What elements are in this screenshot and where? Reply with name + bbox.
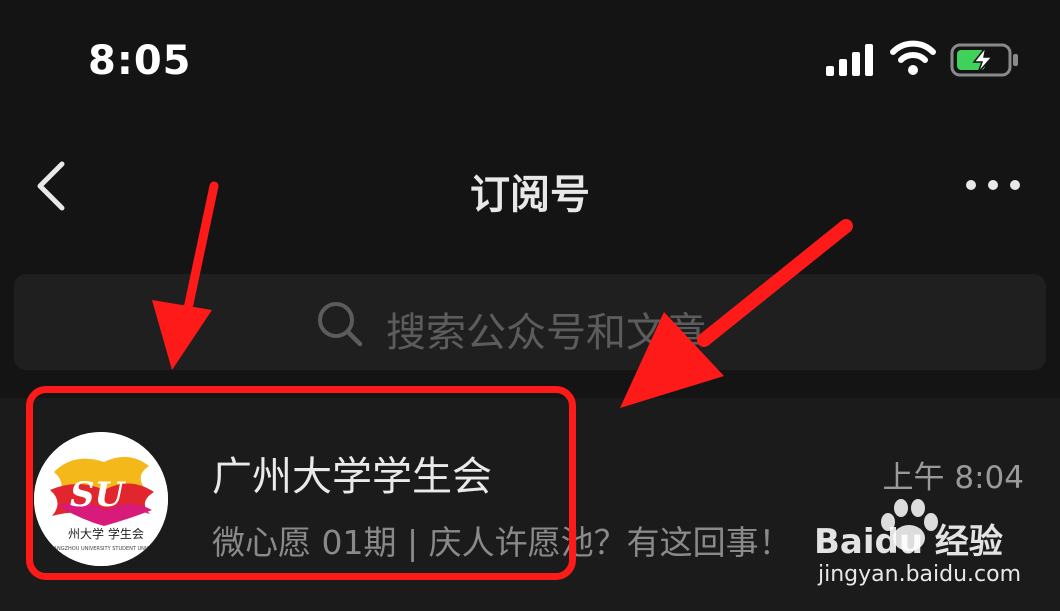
search-placeholder: 搜索公众号和文章 xyxy=(386,310,706,356)
watermark-url: jingyan.baidu.com xyxy=(818,562,1022,587)
battery-charging-icon xyxy=(950,43,1018,77)
wifi-icon xyxy=(890,40,936,75)
signal-icon xyxy=(826,44,873,76)
search-icon xyxy=(318,302,363,347)
status-bar: 8:05 xyxy=(0,0,1060,120)
annotation-highlight-box xyxy=(26,386,576,580)
watermark-logo: Baidu 经验 xyxy=(814,522,1003,562)
baidu-watermark: Baidu 经验 jingyan.baidu.com xyxy=(812,496,1052,606)
timestamp: 上午 8:04 xyxy=(882,460,1024,496)
status-time: 8:05 xyxy=(88,38,192,84)
nav-bar: 订阅号 xyxy=(0,140,1060,230)
more-button[interactable] xyxy=(958,166,1028,202)
page-title: 订阅号 xyxy=(470,172,590,218)
search-input[interactable]: 搜索公众号和文章 xyxy=(14,274,1046,370)
